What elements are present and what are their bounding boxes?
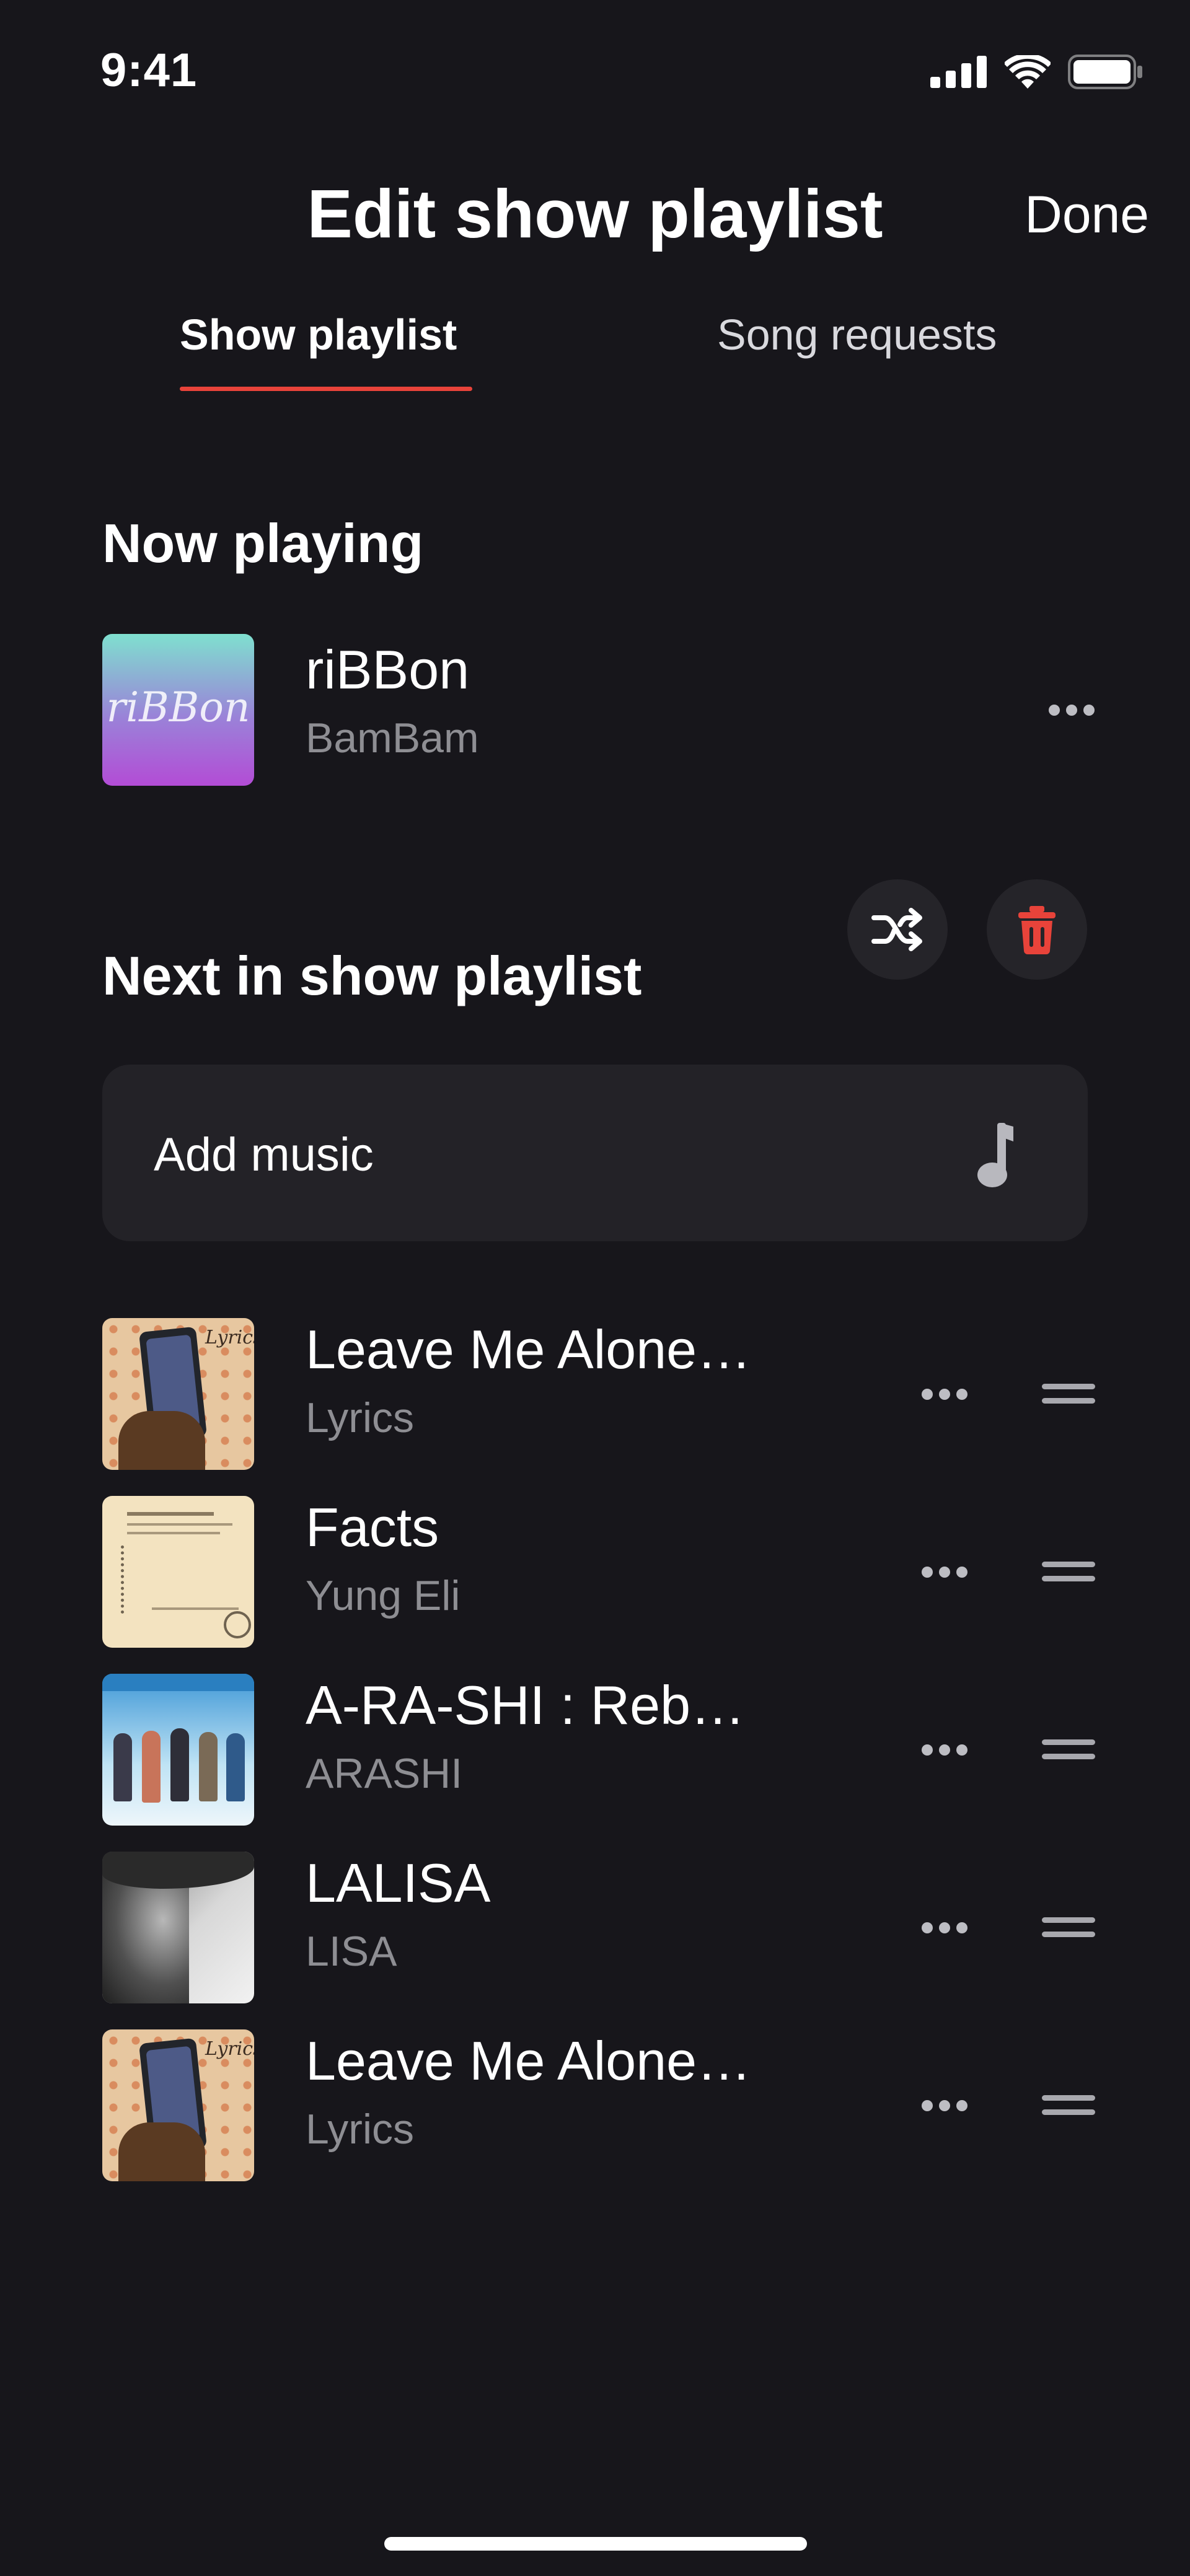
- track-artist: Lyrics: [306, 1394, 415, 1441]
- add-music-label: Add music: [154, 1128, 374, 1181]
- next-playlist-heading: Next in show playlist: [102, 945, 642, 1006]
- track-title: Facts: [306, 1497, 439, 1558]
- clear-playlist-button[interactable]: [987, 879, 1087, 980]
- artwork-text: riBBon: [106, 684, 250, 731]
- status-icons: [930, 55, 1144, 89]
- drag-handle-icon[interactable]: [1042, 1384, 1095, 1404]
- more-icon[interactable]: [922, 1567, 967, 1578]
- drag-handle-icon[interactable]: [1042, 2095, 1095, 2115]
- track-artist: Yung Eli: [306, 1572, 461, 1619]
- track-title: A-RA-SHI : Reb…: [306, 1674, 746, 1736]
- list-item[interactable]: LALISA LISA: [0, 1852, 1190, 2003]
- more-icon[interactable]: [922, 1389, 967, 1400]
- done-button[interactable]: Done: [1025, 185, 1149, 245]
- now-playing-artwork[interactable]: riBBon: [102, 634, 254, 786]
- list-item[interactable]: Lyrics Leave Me Alone… Lyrics: [0, 2029, 1190, 2181]
- drag-handle-icon[interactable]: [1042, 1917, 1095, 1937]
- list-item[interactable]: Facts Yung Eli: [0, 1496, 1190, 1648]
- status-time: 9:41: [100, 44, 198, 97]
- list-item[interactable]: Lyrics Leave Me Alone… Lyrics: [0, 1318, 1190, 1470]
- more-icon[interactable]: [922, 1744, 967, 1756]
- shuffle-icon: [871, 908, 922, 951]
- now-playing-artist: BamBam: [306, 714, 479, 762]
- more-icon[interactable]: [922, 1922, 967, 1933]
- trash-icon: [1018, 906, 1056, 954]
- track-artist: ARASHI: [306, 1750, 463, 1797]
- track-title: LALISA: [306, 1852, 491, 1914]
- signal-icon: [930, 56, 987, 88]
- list-item[interactable]: A-RA-SHI : Reb… ARASHI: [0, 1674, 1190, 1826]
- track-artwork: [102, 1852, 254, 2003]
- track-title: Leave Me Alone…: [306, 2030, 752, 2091]
- page-title: Edit show playlist: [307, 176, 883, 252]
- track-artwork: Lyrics: [102, 2029, 254, 2181]
- track-artwork: Lyrics: [102, 1318, 254, 1470]
- track-title: Leave Me Alone…: [306, 1319, 752, 1380]
- wifi-icon: [1005, 55, 1051, 89]
- active-tab-indicator: [180, 387, 472, 391]
- drag-handle-icon[interactable]: [1042, 1739, 1095, 1759]
- drag-handle-icon[interactable]: [1042, 1562, 1095, 1581]
- track-artist: Lyrics: [306, 2106, 415, 2153]
- track-artwork: [102, 1496, 254, 1648]
- tab-show-playlist[interactable]: Show playlist: [180, 310, 457, 359]
- music-note-icon: [977, 1123, 1013, 1187]
- more-icon[interactable]: [922, 2100, 967, 2111]
- now-playing-heading: Now playing: [102, 512, 424, 574]
- tab-song-requests[interactable]: Song requests: [717, 310, 997, 359]
- home-indicator[interactable]: [384, 2537, 807, 2551]
- more-icon[interactable]: [1049, 705, 1095, 716]
- track-artist: LISA: [306, 1928, 397, 1975]
- track-artwork: [102, 1674, 254, 1826]
- shuffle-button[interactable]: [847, 879, 948, 980]
- battery-icon: [1068, 55, 1142, 89]
- now-playing-title: riBBon: [306, 639, 470, 700]
